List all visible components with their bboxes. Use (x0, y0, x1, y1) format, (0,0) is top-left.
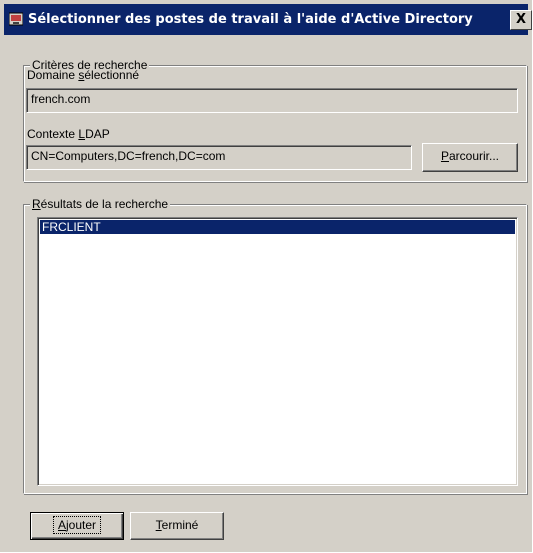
app-icon (9, 12, 23, 26)
close-button[interactable]: X (510, 10, 532, 30)
list-item-frclient[interactable]: FRCLIENT (40, 220, 515, 234)
ldap-label: Contexte LDAP (27, 127, 110, 141)
window-title: Sélectionner des postes de travail à l'a… (28, 12, 473, 27)
title-bar[interactable]: Sélectionner des postes de travail à l'a… (4, 4, 532, 35)
dialog-window: Sélectionner des postes de travail à l'a… (0, 0, 532, 552)
ldap-context-field[interactable]: CN=Computers,DC=french,DC=com (26, 145, 412, 170)
add-button[interactable]: Ajouter (30, 512, 124, 540)
close-icon: X (515, 12, 527, 27)
results-list[interactable]: FRCLIENT (37, 217, 518, 486)
domain-field[interactable]: french.com (26, 88, 518, 113)
results-legend: Résultats de la recherche (30, 197, 171, 211)
done-button[interactable]: Terminé (130, 512, 224, 540)
browse-button[interactable]: Parcourir... (422, 143, 518, 172)
domain-label: Domaine sélectionné (27, 68, 140, 82)
